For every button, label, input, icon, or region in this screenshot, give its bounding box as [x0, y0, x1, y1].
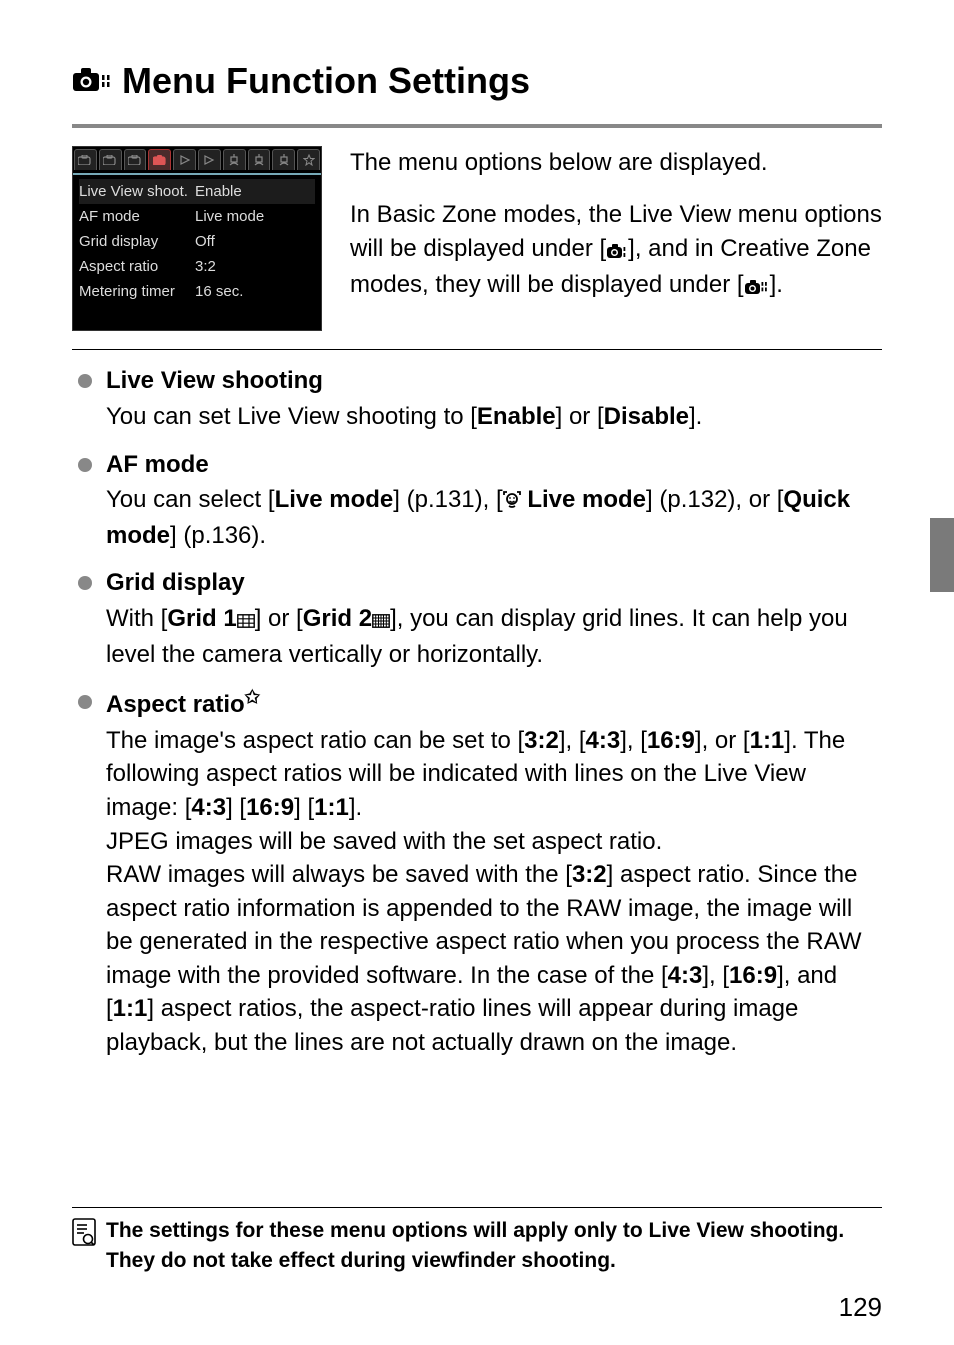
- item-grid-display: Grid display With [Grid 1] or [Grid 2], …: [72, 566, 882, 671]
- item-body: The image's aspect ratio can be set to […: [106, 724, 882, 1060]
- item-title: Live View shooting: [106, 364, 882, 398]
- grid2-icon: [372, 604, 390, 638]
- face-detect-icon: [503, 485, 521, 519]
- item-live-view-shooting: Live View shooting You can set Live View…: [72, 364, 882, 433]
- title-rule: [72, 124, 882, 128]
- menu-row-label: Aspect ratio: [79, 256, 195, 277]
- title-text: Menu Function Settings: [122, 56, 530, 106]
- item-body: You can set Live View shooting to [Enabl…: [106, 400, 882, 434]
- menu-tab-setup1: [223, 149, 246, 170]
- menu-row-value: Enable: [195, 181, 242, 202]
- grid1-icon: [237, 604, 255, 638]
- menu-row-label: Live View shoot.: [79, 181, 195, 202]
- menu-row-metering: Metering timer 16 sec.: [79, 279, 315, 304]
- menu-row-grid: Grid display Off: [79, 229, 315, 254]
- menu-tab-shoot3: [124, 149, 147, 170]
- page-number: 129: [839, 1289, 882, 1325]
- camera-menu-screenshot: Live View shoot. Enable AF mode Live mod…: [72, 146, 322, 331]
- star-icon: ✩: [245, 687, 260, 707]
- item-title: Grid display: [106, 566, 882, 600]
- menu-row-value: Off: [195, 231, 215, 252]
- item-title: Aspect ratio✩: [106, 685, 882, 722]
- menu-tab-play1: [173, 149, 196, 170]
- camera-lv-icon: [72, 66, 112, 96]
- note-icon: [72, 1218, 96, 1254]
- intro-p1: The menu options below are displayed.: [350, 146, 882, 180]
- menu-tab-shoot4-active: [148, 149, 171, 170]
- menu-tab-shoot2: [99, 149, 122, 170]
- menu-row-value: 3:2: [195, 256, 216, 277]
- menu-tab-shoot1: [74, 149, 97, 170]
- menu-row-value: 16 sec.: [195, 281, 243, 302]
- camera-basic-icon: [606, 235, 628, 269]
- camera-creative-icon: [744, 271, 770, 305]
- intro-text: The menu options below are displayed. In…: [350, 146, 882, 322]
- menu-tab-setup3: [272, 149, 295, 170]
- item-aspect-ratio: Aspect ratio✩ The image's aspect ratio c…: [72, 685, 882, 1060]
- menu-tab-mymenu: [297, 149, 320, 170]
- item-body: You can select [Live mode] (p.131), [ Li…: [106, 483, 882, 552]
- intro-p2: In Basic Zone modes, the Live View menu …: [350, 198, 882, 305]
- menu-row-aspect: Aspect ratio 3:2: [79, 254, 315, 279]
- item-body: With [Grid 1] or [Grid 2], you can displ…: [106, 602, 882, 671]
- menu-row-label: Metering timer: [79, 281, 195, 302]
- footnote-text: The settings for these menu options will…: [106, 1216, 882, 1275]
- menu-row-value: Live mode: [195, 206, 264, 227]
- menu-row-afmode: AF mode Live mode: [79, 204, 315, 229]
- item-af-mode: AF mode You can select [Live mode] (p.13…: [72, 448, 882, 553]
- menu-tab-play2: [198, 149, 221, 170]
- menu-row-label: Grid display: [79, 231, 195, 252]
- separator: [72, 349, 882, 350]
- menu-tab-strip: [73, 147, 321, 175]
- menu-row-lvshoot: Live View shoot. Enable: [79, 179, 315, 204]
- item-title: AF mode: [106, 448, 882, 482]
- menu-row-label: AF mode: [79, 206, 195, 227]
- footnote: The settings for these menu options will…: [72, 1207, 882, 1275]
- page-title: Menu Function Settings: [72, 56, 882, 106]
- side-tab: [930, 518, 954, 592]
- menu-tab-setup2: [248, 149, 271, 170]
